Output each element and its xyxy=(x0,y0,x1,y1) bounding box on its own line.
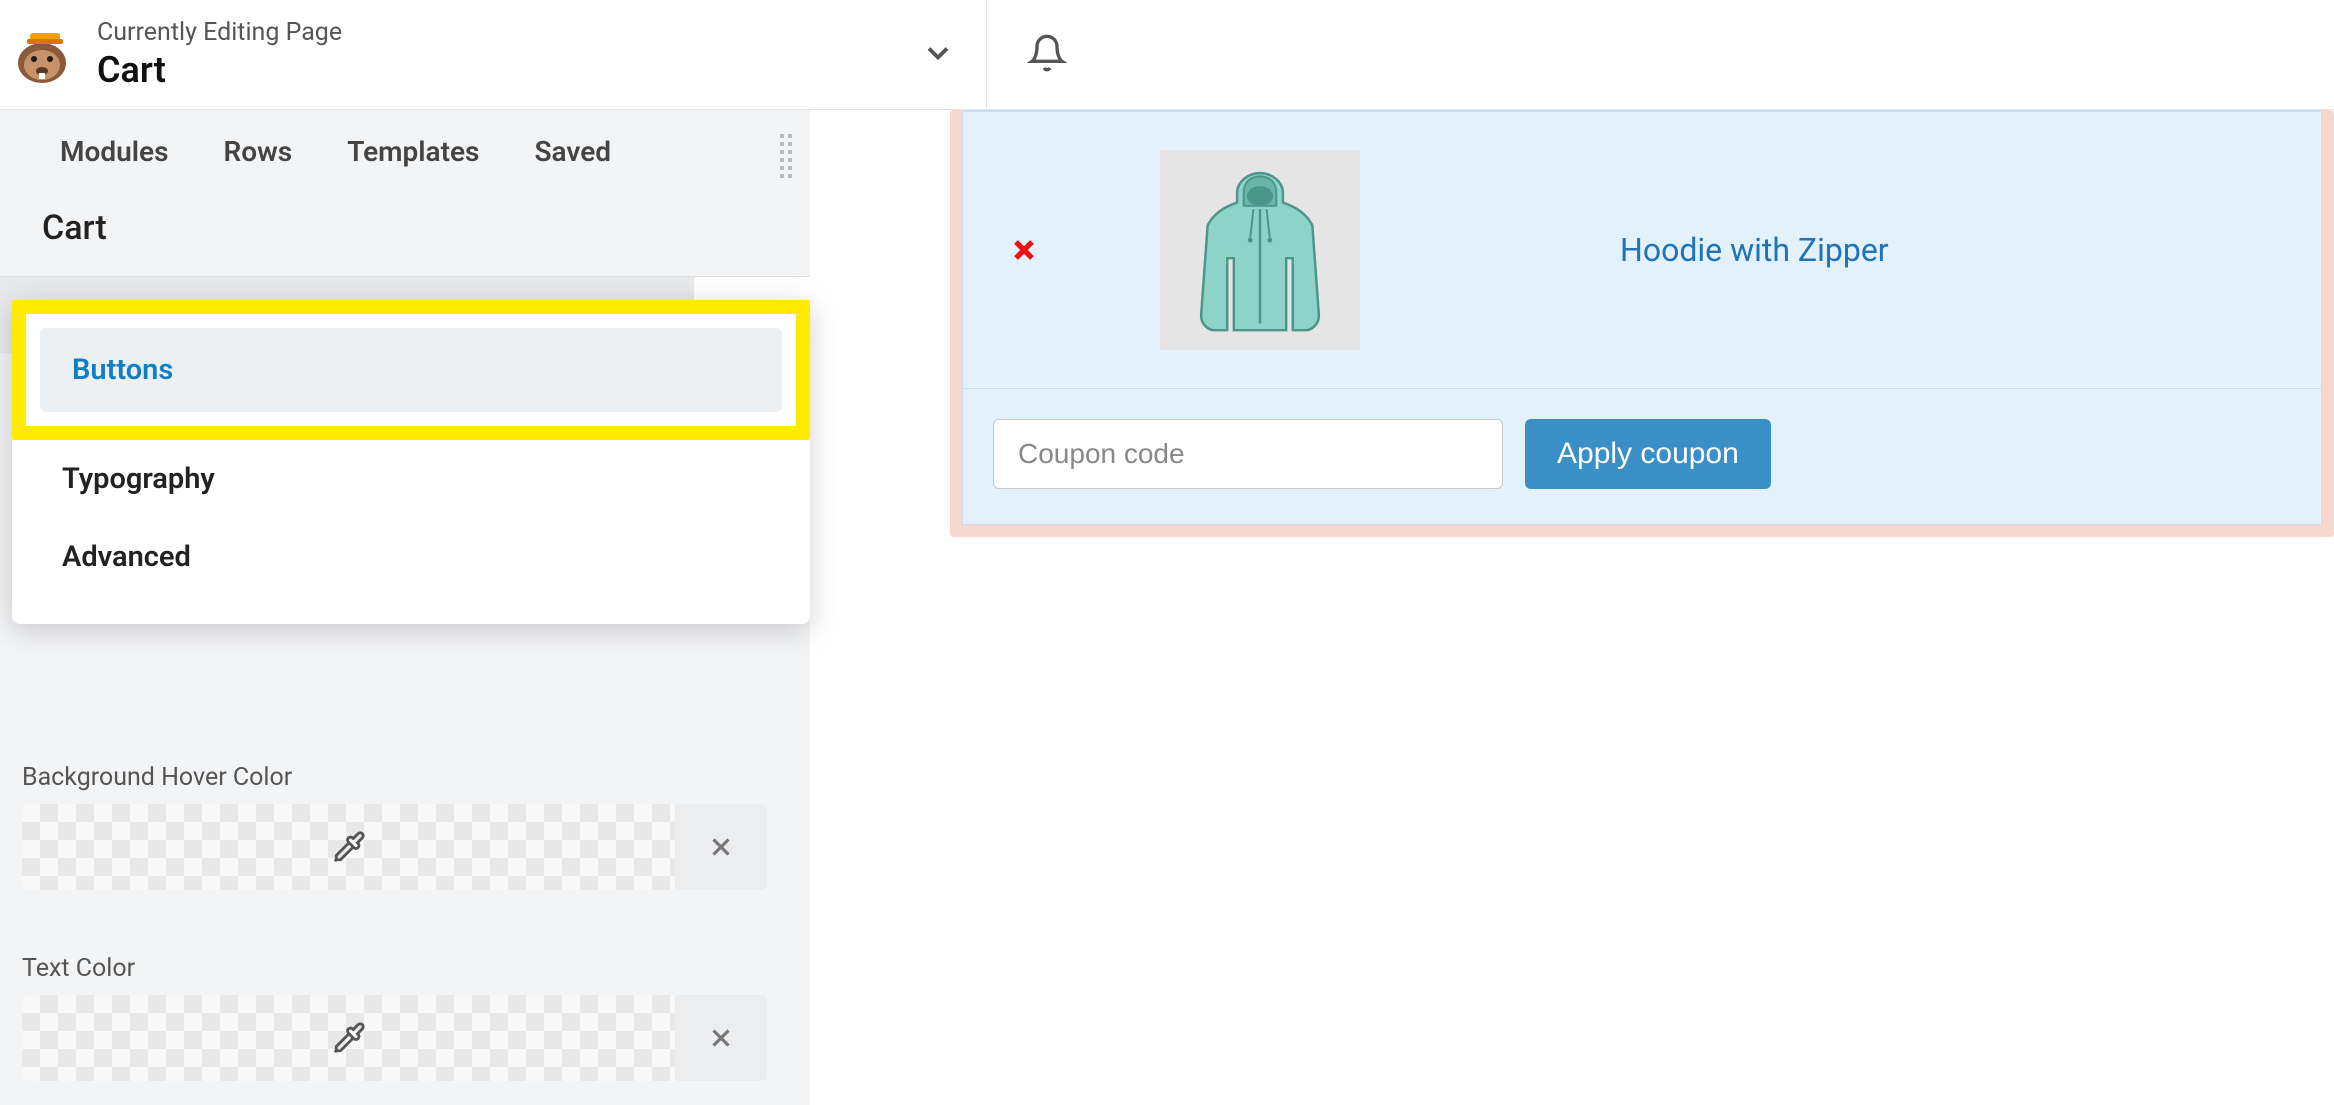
preview-inner: Hoodie with Zipper Apply coupon xyxy=(962,110,2322,525)
modules-tabs-row: Modules Rows Templates Saved xyxy=(0,110,810,193)
dropdown-menu: Buttons Typography Advanced xyxy=(12,300,810,624)
header-right-section xyxy=(987,33,1107,77)
dropdown-item-advanced[interactable]: Advanced xyxy=(50,518,772,596)
cart-product-row: Hoodie with Zipper xyxy=(963,111,2321,389)
header-left-section: Currently Editing Page Cart xyxy=(0,0,987,109)
preview-outer-border: Hoodie with Zipper Apply coupon xyxy=(950,110,2334,537)
color-picker-button[interactable] xyxy=(22,804,675,890)
clear-color-button[interactable] xyxy=(675,995,767,1081)
tab-templates[interactable]: Templates xyxy=(347,135,479,168)
color-picker-button[interactable] xyxy=(22,995,675,1081)
close-icon xyxy=(706,1023,736,1053)
close-icon xyxy=(1008,234,1040,266)
text-color-label: Text Color xyxy=(22,954,774,983)
product-thumbnail[interactable] xyxy=(1160,150,1360,350)
dropdown-item-buttons[interactable]: Buttons xyxy=(40,328,782,412)
drag-handle-icon[interactable] xyxy=(780,134,792,178)
clear-color-button[interactable] xyxy=(675,804,767,890)
bell-icon[interactable] xyxy=(1027,33,1067,77)
beaver-logo-icon xyxy=(12,25,72,85)
apply-coupon-button[interactable]: Apply coupon xyxy=(1525,419,1771,489)
product-link[interactable]: Hoodie with Zipper xyxy=(1620,231,1889,269)
eyedropper-icon xyxy=(332,1021,366,1055)
highlight-box: Buttons xyxy=(12,300,810,440)
coupon-input[interactable] xyxy=(993,419,1503,489)
hoodie-icon xyxy=(1175,160,1345,340)
editing-subtitle: Currently Editing Page xyxy=(97,18,920,47)
editing-title: Cart xyxy=(97,49,920,91)
dropdown-item-typography[interactable]: Typography xyxy=(50,440,772,518)
section-heading: Cart xyxy=(0,193,810,276)
top-header: Currently Editing Page Cart xyxy=(0,0,2334,110)
editing-info: Currently Editing Page Cart xyxy=(97,18,920,91)
tab-modules[interactable]: Modules xyxy=(60,135,168,168)
bg-hover-color-label: Background Hover Color xyxy=(22,763,774,792)
remove-item-button[interactable] xyxy=(1008,234,1040,266)
coupon-row: Apply coupon xyxy=(963,389,2321,524)
tab-rows[interactable]: Rows xyxy=(223,135,292,168)
bg-hover-color-swatch xyxy=(22,804,774,890)
eyedropper-icon xyxy=(332,830,366,864)
preview-area: Hoodie with Zipper Apply coupon xyxy=(950,110,2334,537)
tab-saved[interactable]: Saved xyxy=(534,135,611,168)
chevron-down-icon[interactable] xyxy=(920,35,956,75)
close-icon xyxy=(706,832,736,862)
text-color-swatch xyxy=(22,995,774,1081)
